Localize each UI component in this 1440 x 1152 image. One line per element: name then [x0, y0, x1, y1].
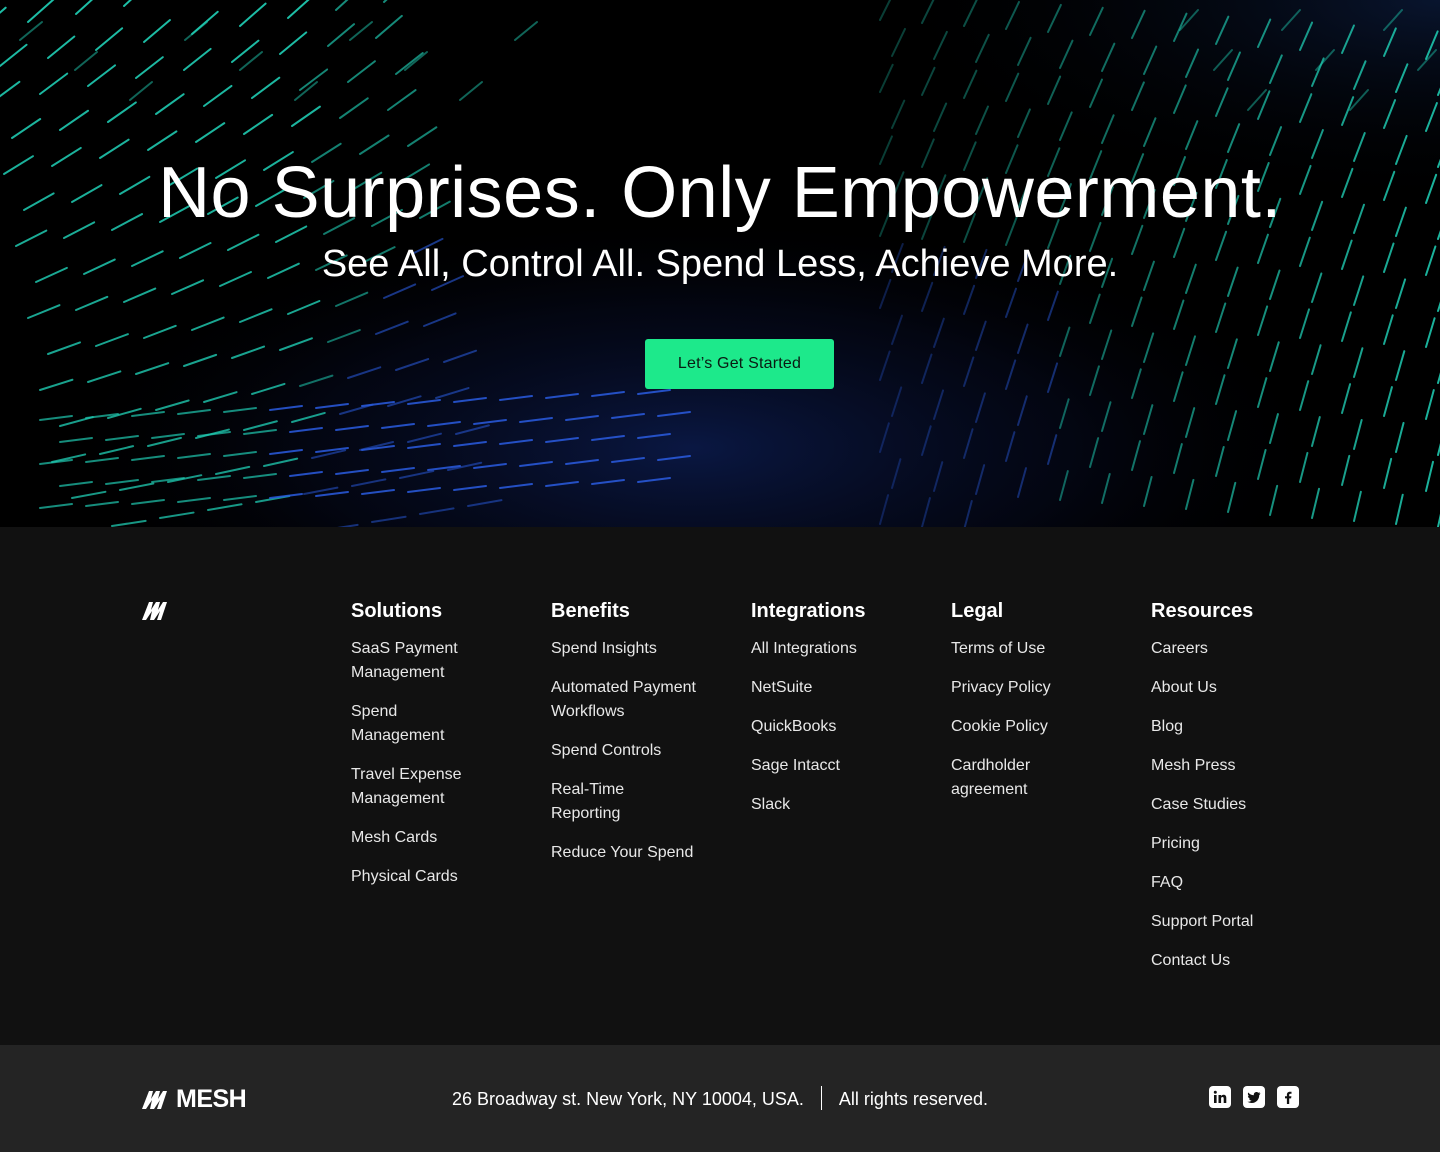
- footer-heading: Resources: [1151, 600, 1254, 622]
- linkedin-icon[interactable]: [1209, 1086, 1231, 1108]
- footer-column-solutions: Solutions SaaS Payment Management Spend Man…: [351, 597, 531, 904]
- footer-link[interactable]: Careers: [1151, 637, 1331, 661]
- social-links: [1209, 1086, 1299, 1108]
- address-text: 26 Broadway st. New York, NY 10004, USA.: [452, 1089, 804, 1109]
- footer-link[interactable]: NetSuite: [751, 676, 931, 700]
- footer-link[interactable]: All Integrations: [751, 637, 931, 661]
- divider: [820, 1086, 822, 1111]
- footer-link[interactable]: Mesh Press: [1151, 754, 1331, 778]
- footer-link[interactable]: Cookie Policy: [951, 715, 1131, 739]
- hero-title: No Surprises. Only Empowerment.: [158, 153, 1282, 233]
- footer-link[interactable]: Case Studies: [1151, 793, 1331, 817]
- footer-link[interactable]: Slack: [751, 793, 931, 817]
- footer-column-integrations: Integrations All Integrations NetSuite Qui…: [751, 597, 931, 832]
- footer-column-benefits: Benefits Spend Insights Automated Payment…: [551, 597, 731, 880]
- footer-link-list: Spend Insights Automated Payment Workflows…: [551, 637, 731, 865]
- footer-link[interactable]: QuickBooks: [751, 715, 931, 739]
- twitter-icon[interactable]: [1243, 1086, 1265, 1108]
- footer-link[interactable]: Automated Payment Workflows: [551, 676, 731, 724]
- footer-link[interactable]: Spend Controls: [551, 739, 731, 763]
- footer-link[interactable]: Spend Insights: [551, 637, 731, 661]
- footer-heading: Integrations: [751, 600, 866, 622]
- footer-heading: Solutions: [351, 600, 443, 622]
- footer-link[interactable]: FAQ: [1151, 871, 1331, 895]
- footer-link[interactable]: Reduce Your Spend: [551, 841, 731, 865]
- footer-link[interactable]: SaaS Payment Management: [351, 637, 531, 685]
- footer-column-resources: Resources Careers About Us Blog Mesh Press C…: [1151, 597, 1331, 988]
- facebook-icon[interactable]: [1277, 1086, 1299, 1108]
- footer-link[interactable]: Real-Time Reporting: [551, 778, 731, 826]
- footer-column-legal: Legal Terms of Use Privacy Policy Cookie P…: [951, 597, 1131, 817]
- footer-link[interactable]: Pricing: [1151, 832, 1331, 856]
- footer-link[interactable]: Cardholder agreement: [951, 754, 1131, 802]
- rights-text: All rights reserved.: [838, 1089, 988, 1109]
- footer-link[interactable]: Contact Us: [1151, 949, 1331, 973]
- footer-link[interactable]: Support Portal: [1151, 910, 1331, 934]
- footer-links: Solutions SaaS Payment Management Spend Man…: [0, 527, 1440, 1045]
- footer-link[interactable]: Mesh Cards: [351, 826, 531, 850]
- footer-link[interactable]: About Us: [1151, 676, 1331, 700]
- footer-link[interactable]: Physical Cards: [351, 865, 531, 889]
- footer-link-list: Careers About Us Blog Mesh Press Case Studie…: [1151, 637, 1331, 973]
- footer-heading: Legal: [951, 600, 1004, 622]
- footer-link[interactable]: Sage Intacct: [751, 754, 931, 778]
- get-started-button[interactable]: Let’s Get Started: [645, 339, 834, 389]
- footer-link-list: SaaS Payment Management Spend Management Tra…: [351, 637, 531, 889]
- mesh-logo-icon[interactable]: [140, 598, 172, 622]
- footer-link[interactable]: Travel Expense Management: [351, 763, 531, 811]
- footer-link-list: Terms of Use Privacy Policy Cookie Policy C…: [951, 637, 1131, 802]
- footer-link[interactable]: Blog: [1151, 715, 1331, 739]
- footer-link[interactable]: Terms of Use: [951, 637, 1131, 661]
- bottom-bar: MESH 26 Broadway st. New York, NY 10004,…: [0, 1045, 1440, 1152]
- footer-link-list: All Integrations NetSuite QuickBooks Sage I…: [751, 637, 931, 817]
- hero-subtitle: See All, Control All. Spend Less, Achiev…: [321, 243, 1119, 285]
- hero-section: No Surprises. Only Empowerment. See All,…: [0, 0, 1440, 527]
- footer-heading: Benefits: [551, 600, 630, 622]
- footer-link[interactable]: Spend Management: [351, 700, 531, 748]
- footer-link[interactable]: Privacy Policy: [951, 676, 1131, 700]
